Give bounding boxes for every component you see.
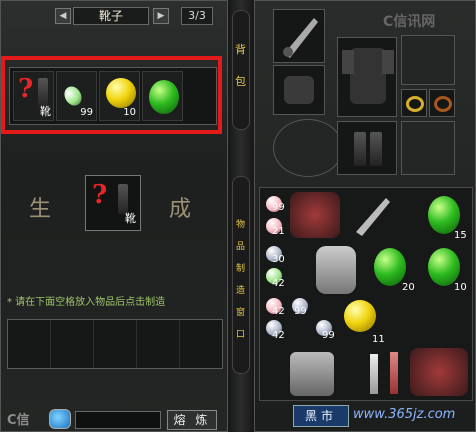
page-counter: 3/3 (181, 7, 213, 25)
sword-icon[interactable] (350, 192, 394, 240)
crafting-tab[interactable]: 物 品 制 造 窗 口 (232, 176, 250, 374)
item-quantity: 30 (272, 254, 285, 265)
material-cell[interactable] (94, 320, 137, 368)
staff-icon[interactable] (390, 352, 398, 394)
item-quantity: 42 (272, 306, 285, 317)
gloves-slot[interactable] (273, 65, 325, 115)
bag-tab[interactable]: 背 包 (232, 10, 250, 130)
tab-char: 包 (235, 75, 246, 88)
red-mask-icon[interactable] (290, 192, 340, 238)
title-bar: ◀ 靴子 ▶ 3/3 (1, 5, 229, 27)
green-gem-icon[interactable] (428, 248, 460, 286)
boots-icon (370, 132, 382, 166)
item-quantity: 42 (272, 278, 285, 289)
green-gem-icon[interactable] (428, 196, 460, 234)
weapon-icon (283, 18, 318, 58)
tab-char: 背 (235, 43, 246, 56)
material-cell[interactable] (137, 320, 180, 368)
tab-char: 物 (236, 220, 246, 230)
yellow-orb-icon[interactable] (344, 300, 376, 332)
ring-right-slot[interactable] (429, 89, 455, 117)
site-url: www.365jz.com (353, 407, 456, 422)
red-mask-icon[interactable] (410, 348, 468, 396)
material-cell[interactable] (180, 320, 222, 368)
item-quantity: 20 (402, 282, 415, 293)
highlight-box (1, 56, 222, 134)
crafting-hint: * 请在下面空格放入物品后点击制造 (7, 297, 166, 308)
item-quantity: 11 (372, 334, 385, 345)
inventory-window: C信讯网 99 21 30 42 42 99 42 99 15 20 10 11… (254, 0, 476, 432)
ring-icon (434, 96, 452, 112)
next-page-button[interactable]: ▶ (153, 8, 169, 24)
gloves-icon (284, 76, 314, 104)
tab-char: 制 (236, 264, 246, 274)
watermark: C信讯网 (383, 14, 436, 30)
side-tabs: 背 包 物 品 制 造 窗 口 (228, 0, 254, 432)
armor-slot[interactable] (337, 37, 397, 117)
prev-page-button[interactable]: ◀ (55, 8, 71, 24)
bag-grid[interactable]: 99 21 30 42 42 99 42 99 15 20 10 11 (259, 187, 473, 401)
material-cell[interactable] (8, 320, 51, 368)
item-quantity: 15 (454, 230, 467, 241)
craft-result-row: 生 ? 靴 成 (1, 171, 229, 241)
bottom-bar: C信 熔 炼 (1, 405, 229, 432)
black-market-button[interactable]: 黑市 (293, 405, 349, 427)
boots-slot[interactable] (337, 121, 397, 175)
tab-char: 窗 (236, 308, 246, 318)
item-quantity: 21 (272, 226, 285, 237)
ring-left-slot[interactable] (401, 89, 427, 117)
material-input-area[interactable] (7, 319, 223, 369)
armor-icon (342, 48, 394, 104)
site-logo: C信 (7, 413, 30, 428)
material-cell[interactable] (51, 320, 94, 368)
amulet-slot[interactable] (401, 121, 455, 175)
recycle-icon[interactable] (49, 409, 71, 429)
tab-char: 口 (236, 330, 246, 340)
crafting-window: ◀ 靴子 ▶ 3/3 ? 靴 99 10 生 ? 靴 成 * 请在下面空格放入物… (0, 0, 228, 432)
item-quantity: 99 (294, 306, 307, 317)
result-label: 靴 (125, 212, 136, 225)
item-quantity: 42 (272, 330, 285, 341)
ring-icon (406, 96, 424, 112)
craft-right-label: 成 (169, 197, 192, 222)
item-name-field[interactable] (75, 411, 161, 429)
tab-char: 品 (236, 242, 246, 252)
item-quantity: 99 (272, 202, 285, 213)
tab-char: 造 (236, 286, 246, 296)
helmet-slot[interactable] (273, 119, 343, 177)
smelt-button[interactable]: 熔 炼 (167, 410, 217, 430)
green-gem-icon[interactable] (374, 248, 406, 286)
craft-left-label: 生 (29, 197, 52, 222)
recipe-title: 靴子 (73, 7, 149, 25)
item-quantity: 99 (322, 330, 335, 341)
boots-icon (354, 132, 366, 166)
bracelet-icon[interactable] (316, 246, 356, 294)
result-slot[interactable]: ? 靴 (85, 175, 141, 231)
weapon-slot[interactable] (273, 9, 325, 63)
boots-icon[interactable] (290, 352, 334, 396)
dagger-icon[interactable] (370, 354, 378, 394)
necklace-slot[interactable] (401, 35, 455, 85)
unknown-item-icon: ? (92, 180, 108, 210)
item-quantity: 10 (454, 282, 467, 293)
